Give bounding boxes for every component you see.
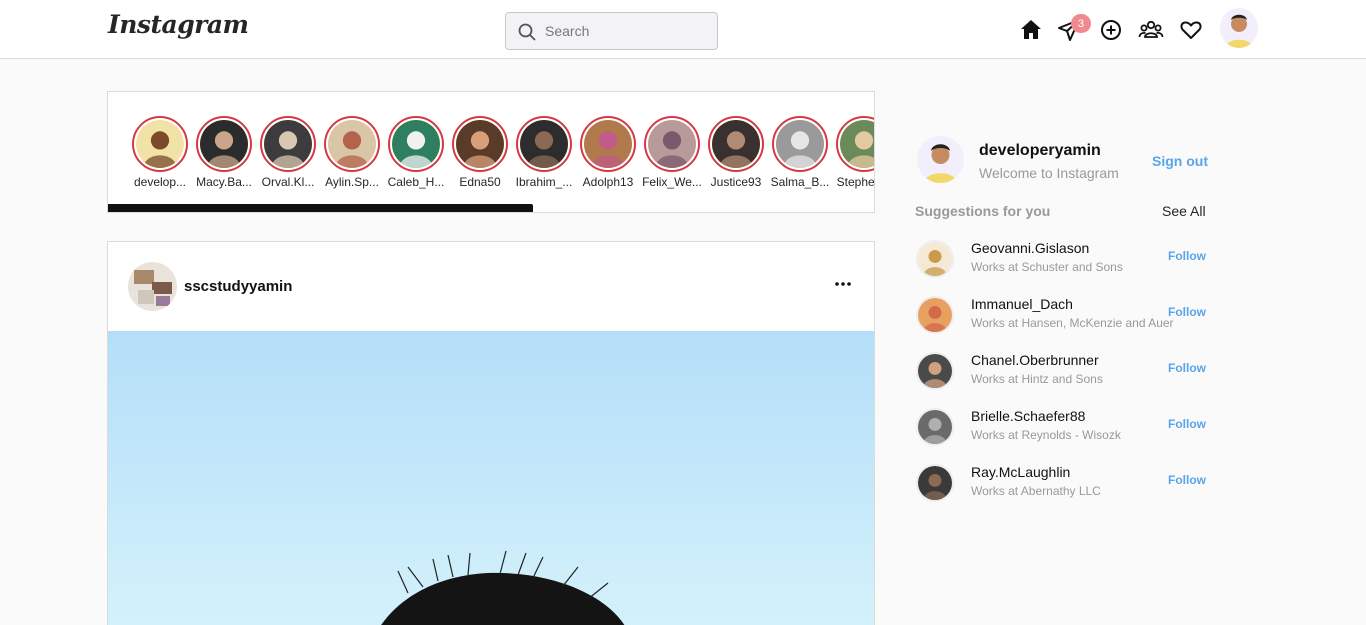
story-username: Felix_We...: [642, 175, 702, 189]
story-username: Edna50: [459, 175, 501, 189]
stories-bar[interactable]: develop... Macy.Ba... Orval.Kl... Aylin.Sp.…: [107, 91, 875, 213]
messages-badge: 3: [1071, 14, 1091, 33]
suggestion-username[interactable]: Geovanni.Gislason: [971, 240, 1089, 256]
suggestion-username[interactable]: Chanel.Oberbrunner: [971, 352, 1099, 368]
story-username: Macy.Ba...: [196, 175, 252, 189]
suggestion-username[interactable]: Ray.McLaughlin: [971, 464, 1070, 480]
current-user-avatar[interactable]: [917, 136, 964, 183]
heart-icon[interactable]: [1178, 17, 1204, 43]
story-item[interactable]: Felix_We...: [642, 116, 702, 189]
story-item[interactable]: develop...: [130, 116, 190, 189]
welcome-text: Welcome to Instagram: [979, 165, 1119, 181]
story-username: Justice93: [710, 175, 762, 189]
story-username: Stephen...: [836, 175, 875, 189]
story-avatar[interactable]: [196, 116, 252, 172]
suggestion-avatar[interactable]: [916, 352, 954, 390]
new-post-icon[interactable]: [1098, 17, 1124, 43]
story-item[interactable]: Ibrahim_...: [514, 116, 574, 189]
top-navbar: Instagram 3: [0, 0, 1366, 59]
post-card: sscstudyyamin: [107, 241, 875, 625]
story-username: Orval.Kl...: [261, 175, 315, 189]
suggestions-heading: Suggestions for you: [915, 203, 1051, 219]
current-username[interactable]: developeryamin: [979, 142, 1101, 160]
search-box[interactable]: [505, 12, 718, 50]
follow-button[interactable]: Follow: [1168, 305, 1206, 319]
story-avatar[interactable]: [708, 116, 764, 172]
story-avatar[interactable]: [580, 116, 636, 172]
story-avatar[interactable]: [324, 116, 380, 172]
search-icon: [518, 23, 536, 41]
post-author-username[interactable]: sscstudyyamin: [184, 278, 292, 295]
instagram-logo[interactable]: Instagram: [108, 10, 249, 39]
follow-button[interactable]: Follow: [1168, 417, 1206, 431]
more-options-icon[interactable]: [828, 274, 858, 294]
story-username: Salma_B...: [770, 175, 830, 189]
suggestion-avatar[interactable]: [916, 408, 954, 446]
story-item[interactable]: Aylin.Sp...: [322, 116, 382, 189]
story-username: Adolph13: [582, 175, 634, 189]
story-item[interactable]: Macy.Ba...: [194, 116, 254, 189]
suggestion-avatar[interactable]: [916, 464, 954, 502]
suggestion-username[interactable]: Immanuel_Dach: [971, 296, 1073, 312]
story-item[interactable]: Salma_B...: [770, 116, 830, 189]
suggestion-description: Works at Reynolds - Wisozk: [971, 428, 1121, 442]
people-icon[interactable]: [1138, 17, 1164, 43]
story-avatar[interactable]: [836, 116, 874, 172]
story-item[interactable]: Stephen...: [834, 116, 875, 189]
post-author-avatar[interactable]: [128, 262, 177, 311]
suggestion-row: Ray.McLaughlin Works at Abernathy LLC Foll…: [916, 464, 1216, 506]
story-avatar[interactable]: [644, 116, 700, 172]
story-avatar[interactable]: [260, 116, 316, 172]
story-item[interactable]: Justice93: [706, 116, 766, 189]
story-username: Caleb_H...: [387, 175, 445, 189]
story-username: Ibrahim_...: [515, 175, 573, 189]
story-avatar[interactable]: [772, 116, 828, 172]
suggestion-description: Works at Schuster and Sons: [971, 260, 1123, 274]
suggestion-row: Immanuel_Dach Works at Hansen, McKenzie a…: [916, 296, 1216, 338]
follow-button[interactable]: Follow: [1168, 249, 1206, 263]
sign-out-link[interactable]: Sign out: [1152, 153, 1208, 169]
follow-button[interactable]: Follow: [1168, 361, 1206, 375]
suggestion-username[interactable]: Brielle.Schaefer88: [971, 408, 1085, 424]
profile-avatar[interactable]: [1220, 8, 1258, 48]
suggestion-description: Works at Abernathy LLC: [971, 484, 1101, 498]
story-avatar[interactable]: [452, 116, 508, 172]
suggestion-row: Chanel.Oberbrunner Works at Hintz and Son…: [916, 352, 1216, 394]
suggestion-row: Brielle.Schaefer88 Works at Reynolds - Wi…: [916, 408, 1216, 450]
suggestion-avatar[interactable]: [916, 296, 954, 334]
suggestion-description: Works at Hansen, McKenzie and Auer: [971, 316, 1174, 330]
suggestion-avatar[interactable]: [916, 240, 954, 278]
story-username: Aylin.Sp...: [325, 175, 379, 189]
story-avatar[interactable]: [516, 116, 572, 172]
suggestion-description: Works at Hintz and Sons: [971, 372, 1103, 386]
story-item[interactable]: Edna50: [450, 116, 510, 189]
home-icon[interactable]: [1018, 17, 1044, 43]
story-avatar[interactable]: [132, 116, 188, 172]
follow-button[interactable]: Follow: [1168, 473, 1206, 487]
story-item[interactable]: Caleb_H...: [386, 116, 446, 189]
post-image[interactable]: [108, 331, 874, 625]
story-item[interactable]: Orval.Kl...: [258, 116, 318, 189]
search-input[interactable]: [545, 21, 710, 41]
stories-scrollbar[interactable]: [108, 204, 533, 212]
see-all-link[interactable]: See All: [1162, 203, 1206, 219]
story-item[interactable]: Adolph13: [578, 116, 638, 189]
story-avatar[interactable]: [388, 116, 444, 172]
story-username: develop...: [133, 175, 187, 189]
suggestion-row: Geovanni.Gislason Works at Schuster and S…: [916, 240, 1216, 282]
